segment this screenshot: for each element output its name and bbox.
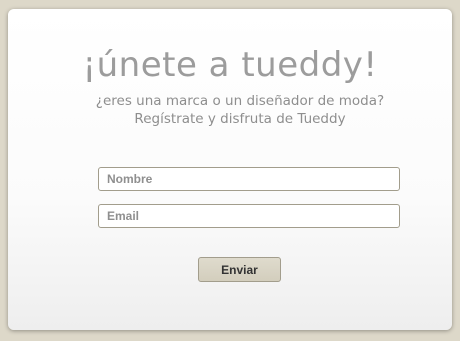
submit-button[interactable]: Enviar (198, 257, 281, 282)
page-title: ¡únete a tueddy! (82, 45, 378, 85)
signup-subtitle: ¿eres una marca o un diseñador de moda? … (0, 92, 460, 128)
subtitle-invitation: Regístrate y disfruta de Tueddy (134, 111, 346, 127)
name-field[interactable] (98, 167, 400, 191)
email-field[interactable] (98, 204, 400, 228)
subtitle-question: ¿eres una marca o un diseñador de moda? (95, 93, 385, 109)
